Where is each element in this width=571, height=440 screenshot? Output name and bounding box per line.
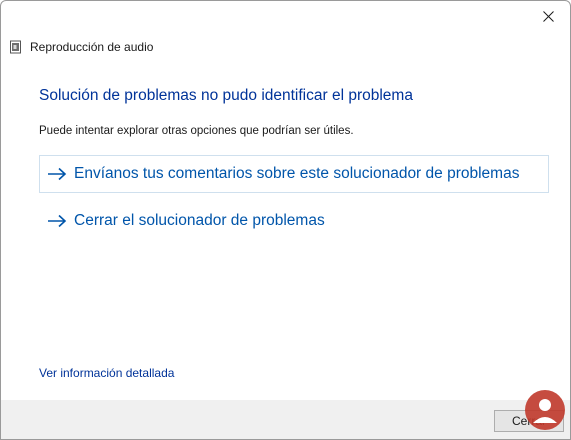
close-troubleshooter-command-link[interactable]: Cerrar el solucionador de problemas: [39, 202, 549, 240]
page-title: Solución de problemas no pudo identifica…: [39, 87, 413, 104]
view-details-link[interactable]: Ver información detallada: [39, 366, 174, 380]
page-subtitle: Puede intentar explorar otras opciones q…: [39, 125, 354, 137]
close-troubleshooter-link-label: Cerrar el solucionador de problemas: [74, 212, 325, 229]
arrow-right-icon: [48, 214, 67, 228]
feedback-link-label: Envíanos tus comentarios sobre este solu…: [74, 165, 520, 182]
close-icon: [542, 10, 554, 22]
close-button[interactable]: [526, 1, 570, 31]
troubleshooter-window: Reproducción de audio Solución de proble…: [0, 0, 571, 440]
footer-bar: [1, 400, 570, 439]
audio-file-icon: [10, 40, 21, 54]
cancel-button[interactable]: Cerrar: [494, 410, 564, 432]
app-header: Reproducción de audio: [9, 38, 153, 56]
feedback-command-link[interactable]: Envíanos tus comentarios sobre este solu…: [39, 155, 549, 193]
app-title: Reproducción de audio: [30, 40, 154, 54]
title-bar: [1, 1, 570, 31]
arrow-right-icon: [48, 167, 67, 181]
main-content: Solución de problemas no pudo identifica…: [1, 65, 570, 400]
